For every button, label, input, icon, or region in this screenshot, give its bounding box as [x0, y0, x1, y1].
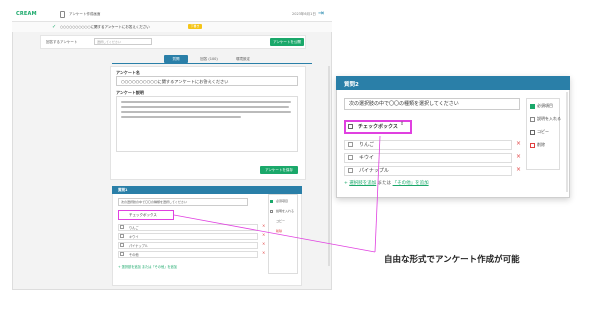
- callout-line-zoom: [374, 135, 381, 253]
- feature-caption: 自由な形式でアンケート作成が可能: [384, 255, 520, 265]
- callout-connectors: [173, 135, 381, 253]
- callout-line-small: [173, 214, 376, 253]
